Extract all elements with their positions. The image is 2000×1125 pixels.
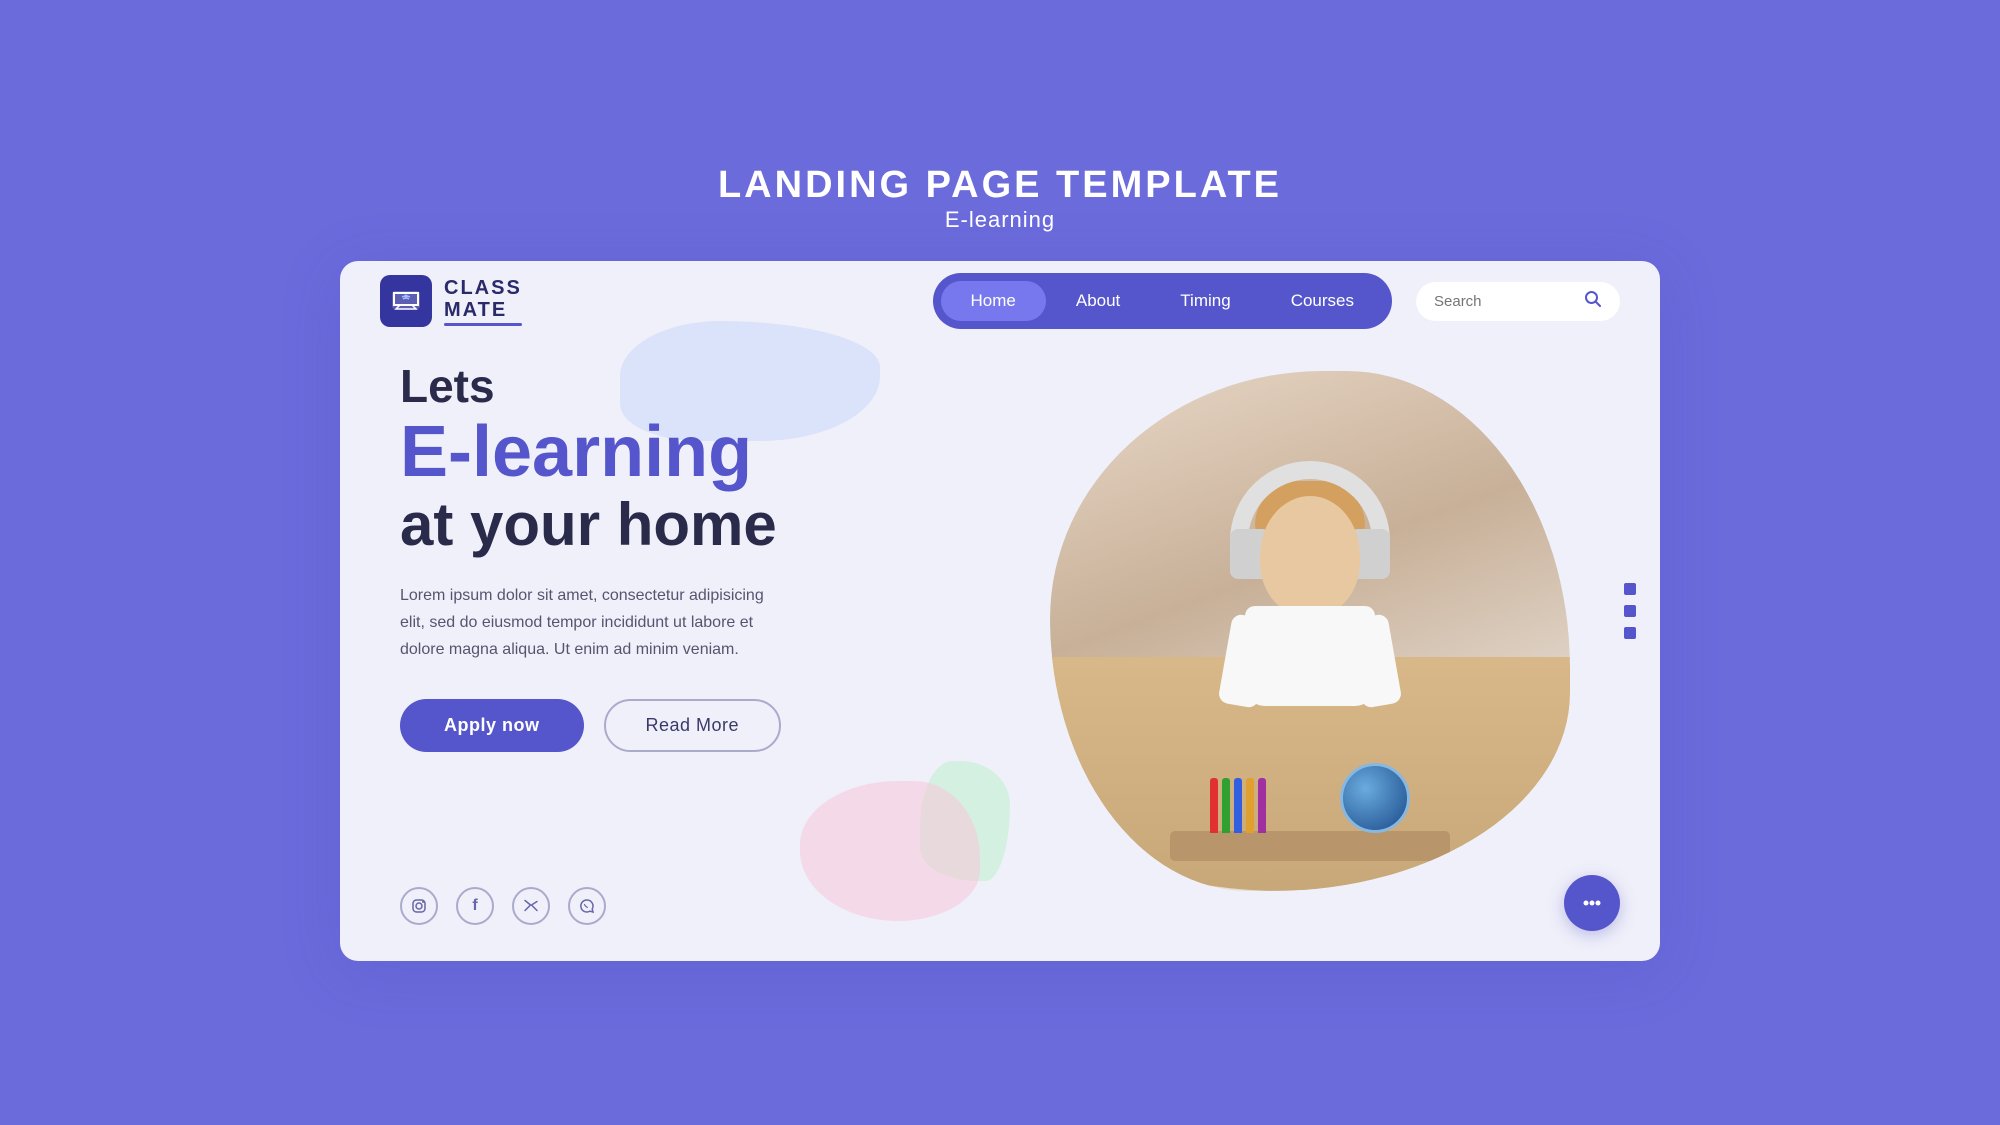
logo-mate-text: MATE [444, 299, 522, 321]
page-title-area: LANDING PAGE TEMPLATE E-learning [718, 164, 1282, 233]
dot-2 [1624, 605, 1636, 617]
desk [1170, 831, 1450, 861]
twitter-icon[interactable] [512, 887, 550, 925]
pencil-green [1222, 778, 1230, 833]
search-box [1416, 282, 1620, 321]
hero-line1: Lets [400, 361, 781, 412]
search-input[interactable] [1434, 293, 1574, 310]
chat-icon [1578, 889, 1606, 917]
nav-about[interactable]: About [1046, 281, 1150, 321]
page-title: LANDING PAGE TEMPLATE [718, 164, 1282, 207]
read-more-button[interactable]: Read More [604, 699, 782, 752]
page-subtitle: E-learning [718, 207, 1282, 233]
whatsapp-icon[interactable] [568, 887, 606, 925]
search-icon [1584, 290, 1602, 313]
pencils [1210, 778, 1266, 833]
head [1260, 496, 1360, 616]
social-row: f [400, 887, 606, 925]
hero-content: Lets E-learning at your home Lorem ipsum… [400, 361, 781, 752]
nav-courses[interactable]: Courses [1261, 281, 1384, 321]
instagram-icon[interactable] [400, 887, 438, 925]
hero-description: Lorem ipsum dolor sit amet, consectetur … [400, 582, 780, 664]
logo-icon [380, 275, 432, 327]
student-photo-blob [1050, 371, 1570, 891]
blob-pink-bottom [800, 781, 980, 921]
pencil-purple [1258, 778, 1266, 833]
pencil-blue [1234, 778, 1242, 833]
sidebar-dots [1624, 583, 1636, 639]
nav-home[interactable]: Home [941, 281, 1046, 321]
nav-timing[interactable]: Timing [1150, 281, 1260, 321]
apply-now-button[interactable]: Apply now [400, 699, 584, 752]
navbar: CLASS MATE Home About Timing Courses [340, 261, 1660, 341]
dot-1 [1624, 583, 1636, 595]
dot-3 [1624, 627, 1636, 639]
hero-line3: at your home [400, 492, 781, 558]
photo-inner [1050, 371, 1570, 891]
logo-underline [444, 323, 522, 326]
nav-pill: Home About Timing Courses [933, 273, 1393, 329]
chat-button[interactable] [1564, 875, 1620, 931]
globe [1340, 763, 1410, 833]
girl-figure [1150, 441, 1470, 861]
btn-row: Apply now Read More [400, 699, 781, 752]
blob-green-small [920, 761, 1010, 881]
student-photo [1050, 371, 1570, 891]
logo-text-area: CLASS MATE [444, 277, 522, 326]
logo-area: CLASS MATE [380, 275, 522, 327]
pencil-yellow [1246, 778, 1254, 833]
pencil-red [1210, 778, 1218, 833]
hero-line2: E-learning [400, 416, 781, 488]
book-laptop-icon [390, 285, 422, 317]
landing-card: CLASS MATE Home About Timing Courses Let [340, 261, 1660, 961]
facebook-icon[interactable]: f [456, 887, 494, 925]
logo-class-text: CLASS [444, 277, 522, 299]
